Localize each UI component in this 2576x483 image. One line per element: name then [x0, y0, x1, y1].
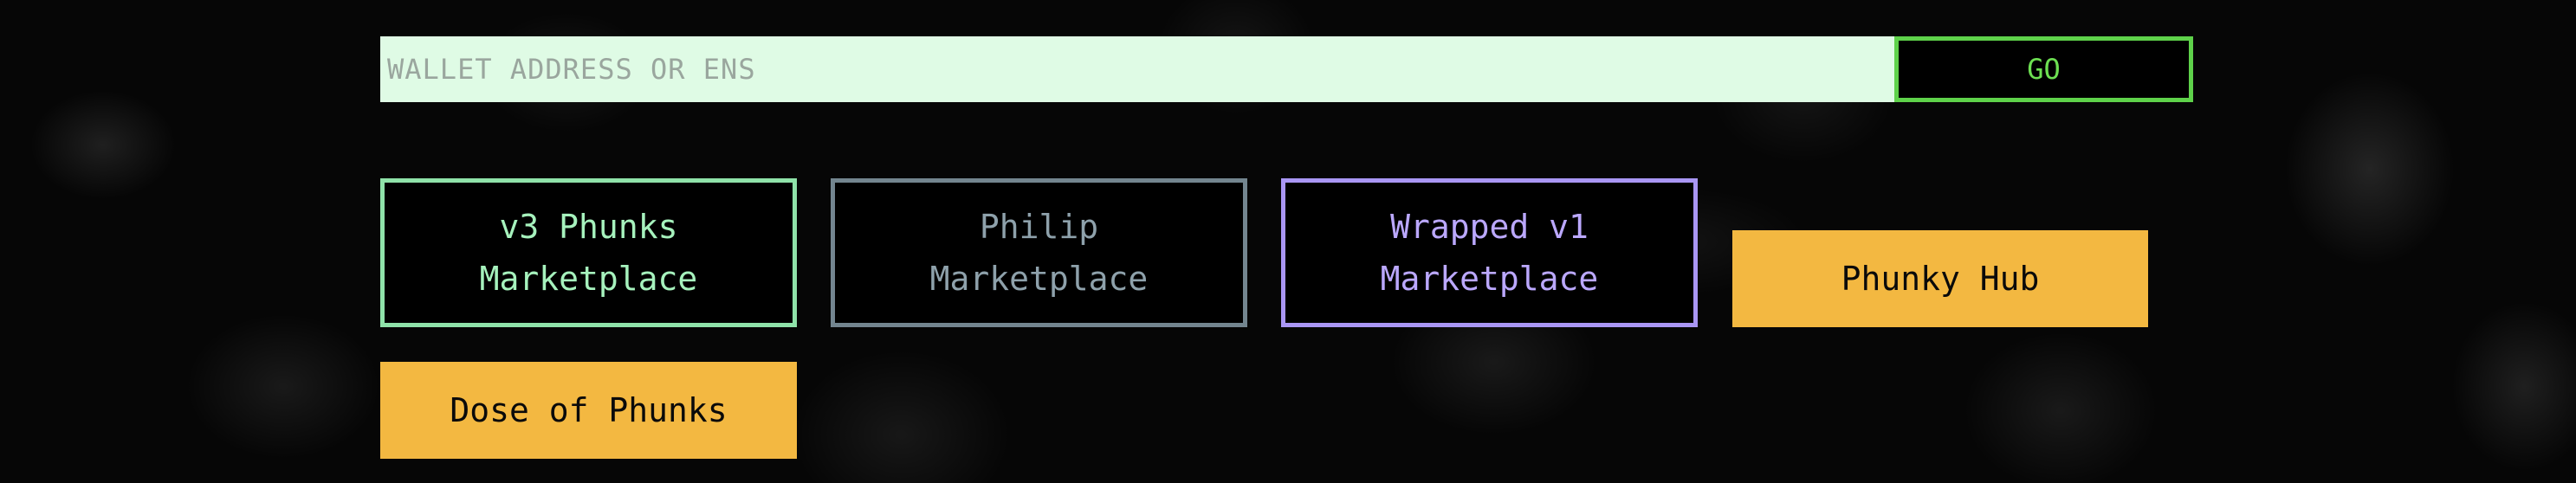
- philip-marketplace-button[interactable]: Philip Marketplace: [831, 178, 1247, 327]
- dose-of-phunks-label: Dose of Phunks: [450, 391, 728, 429]
- wrapped-v1-marketplace-button[interactable]: Wrapped v1 Marketplace: [1281, 178, 1698, 327]
- go-button[interactable]: GO: [1894, 36, 2193, 102]
- v3-phunks-marketplace-button[interactable]: v3 Phunks Marketplace: [380, 178, 797, 327]
- philip-marketplace-label: Marketplace: [929, 260, 1149, 298]
- dose-of-phunks-button[interactable]: Dose of Phunks: [380, 362, 797, 459]
- v3-phunks-label: v3 Phunks: [499, 208, 678, 246]
- philip-label: Philip: [979, 208, 1099, 246]
- wrapped-v1-label: Wrapped v1: [1390, 208, 1589, 246]
- wallet-search-bar: GO: [380, 36, 2193, 102]
- wallet-address-input[interactable]: [380, 36, 1894, 102]
- wrapped-marketplace-label: Marketplace: [1380, 260, 1599, 298]
- v3-marketplace-label: Marketplace: [479, 260, 698, 298]
- phunky-hub-button[interactable]: Phunky Hub: [1732, 230, 2148, 327]
- phunky-hub-label: Phunky Hub: [1841, 260, 2040, 298]
